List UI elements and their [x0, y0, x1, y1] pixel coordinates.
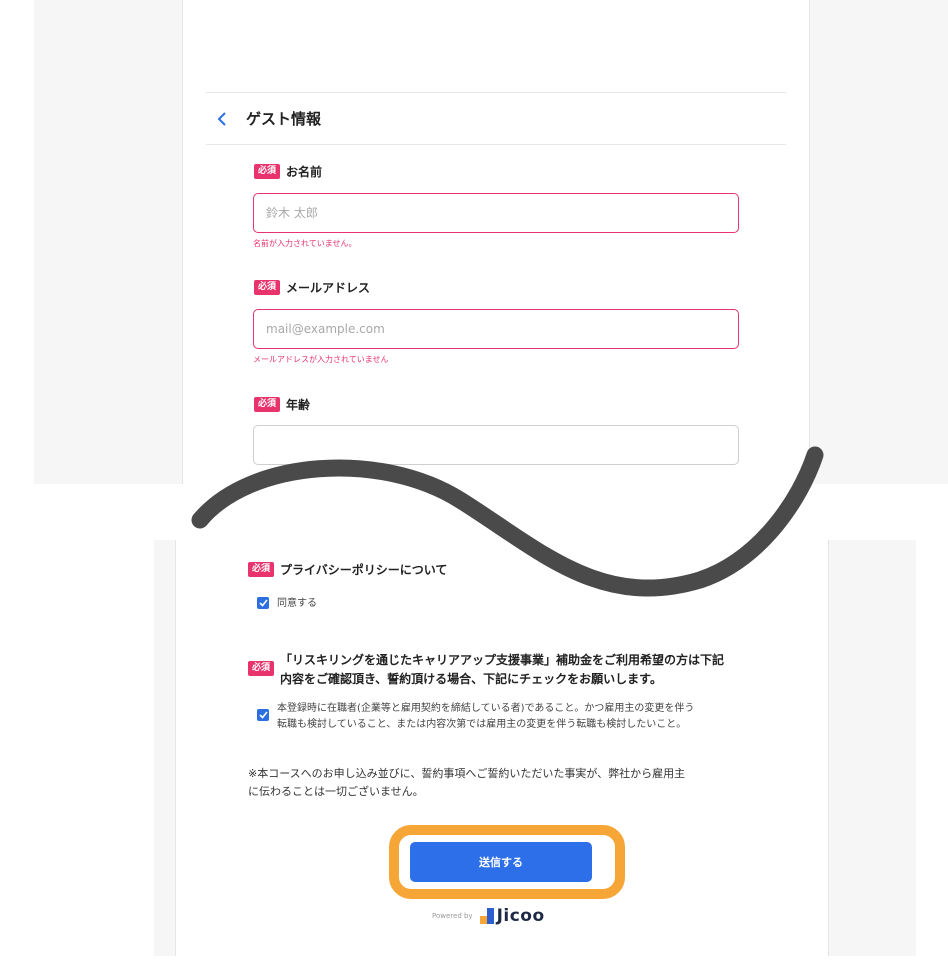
privacy-agree-row[interactable]: 同意する: [257, 597, 317, 611]
email-label: 必須 メールアドレス: [254, 279, 370, 296]
required-badge: 必須: [254, 164, 281, 179]
reskilling-title: 「リスキリングを通じたキャリアアップ支援事業」補助金をご利用希望の方は下記 内容…: [280, 651, 724, 689]
jicoo-logo-icon[interactable]: Jicoo: [479, 906, 545, 926]
age-label-text: 年齢: [286, 398, 311, 412]
required-badge: 必須: [248, 562, 275, 577]
age-input[interactable]: [253, 425, 739, 465]
brand-name: Jicoo: [496, 906, 545, 926]
disclaimer-note: ※本コースへのお申し込み並びに、誓約事項へご誓約いただいた事実が、弊社から雇用主…: [248, 765, 748, 801]
email-error: メールアドレスが入力されていません: [253, 355, 389, 364]
name-error: 名前が入力されていません。: [253, 239, 357, 248]
privacy-label: 必須 プライバシーポリシーについて: [248, 561, 447, 578]
divider: [206, 92, 786, 93]
name-label: 必須 お名前: [254, 163, 322, 180]
email-input[interactable]: [253, 309, 739, 349]
section-header: ゲスト情報: [212, 108, 321, 129]
powered-by: Powered by Jicoo: [432, 906, 545, 926]
reskilling-agree-row[interactable]: 本登録時に在職者(企業等と雇用契約を締結している者)であること。かつ雇用主の変更…: [257, 701, 694, 733]
submit-button[interactable]: 送信する: [410, 842, 592, 882]
name-input[interactable]: [253, 193, 739, 233]
disclaimer-line: に伝わることは一切ございません。: [248, 785, 424, 798]
reskilling-title-line: 内容をご確認頂き、誓約頂ける場合、下記にチェックをお願いします。: [280, 672, 662, 686]
divider: [206, 144, 786, 145]
section-title: ゲスト情報: [246, 110, 322, 128]
email-label-text: メールアドレス: [286, 281, 371, 295]
privacy-checkbox-label: 同意する: [277, 598, 317, 609]
age-label: 必須 年齢: [254, 396, 310, 413]
chevron-left-icon[interactable]: [212, 109, 232, 129]
privacy-title: プライバシーポリシーについて: [280, 563, 448, 577]
disclaimer-line: ※本コースへのお申し込み並びに、誓約事項へご誓約いただいた事実が、弊社から雇用主: [248, 767, 686, 780]
checkmark-icon: [258, 711, 268, 719]
required-badge: 必須: [248, 661, 275, 676]
required-badge: 必須: [254, 397, 281, 412]
required-badge: 必須: [254, 280, 281, 295]
privacy-checkbox[interactable]: [257, 597, 269, 609]
checkmark-icon: [258, 599, 268, 607]
reskilling-title-line: 「リスキリングを通じたキャリアアップ支援事業」補助金をご利用希望の方は下記: [280, 653, 725, 667]
reskilling-checkbox-line: 本登録時に在職者(企業等と雇用契約を締結している者)であること。かつ雇用主の変更…: [277, 703, 695, 714]
reskilling-checkbox-label: 本登録時に在職者(企業等と雇用契約を締結している者)であること。かつ雇用主の変更…: [277, 701, 694, 733]
powered-by-text: Powered by: [432, 912, 473, 920]
reskilling-checkbox[interactable]: [257, 709, 269, 721]
name-label-text: お名前: [286, 165, 323, 179]
reskilling-checkbox-line: 転職も検討していること、または内容次第では雇用主の変更を伴う転職も検討したいこと…: [277, 719, 687, 730]
